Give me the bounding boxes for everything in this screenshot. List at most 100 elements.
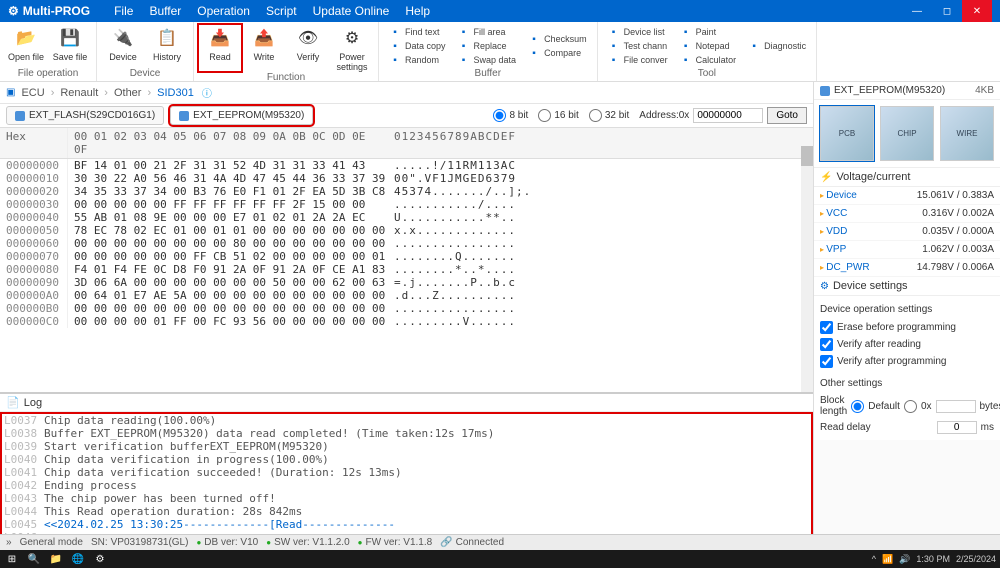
history-icon: 📋: [155, 26, 179, 50]
device-button[interactable]: 🔌Device: [101, 24, 145, 68]
verify-icon: 👁: [296, 26, 320, 50]
tool-checksum[interactable]: ▪Checksum: [528, 33, 587, 45]
hex-row[interactable]: 0000003000 00 00 00 00 FF FF FF FF FF FF…: [0, 198, 813, 211]
chip-icon: [15, 111, 25, 121]
tool-diagnostic[interactable]: ▪Diagnostic: [748, 40, 806, 52]
status-connected: 🔗 Connected: [440, 537, 504, 548]
block-default-radio[interactable]: Default: [851, 398, 900, 415]
hex-row[interactable]: 000000B000 00 00 00 00 00 00 00 00 00 00…: [0, 302, 813, 315]
bullet-icon: ▪: [528, 33, 540, 45]
verify-button[interactable]: 👁Verify: [286, 24, 330, 72]
tool-compare[interactable]: ▪Compare: [528, 47, 587, 59]
tray-time[interactable]: 1:30 PM: [916, 554, 950, 564]
history-button[interactable]: 📋History: [145, 24, 189, 68]
task-chrome[interactable]: 🌐: [70, 551, 86, 567]
tray-date[interactable]: 2/25/2024: [956, 554, 996, 564]
tray-wifi-icon[interactable]: 📶: [882, 554, 893, 565]
log-line: L0045<<2024.02.25 13:30:25-------------[…: [0, 518, 813, 531]
breadcrumb-renault[interactable]: Renault: [56, 87, 102, 99]
breadcrumb-sid301[interactable]: SID301: [153, 87, 198, 99]
search-icon[interactable]: 🔍: [26, 551, 42, 567]
log-panel: 📄 Log L0037Chip data reading(100.00%)L00…: [0, 392, 813, 542]
menu-update-online[interactable]: Update Online: [313, 4, 390, 18]
thumb-2[interactable]: CHIP: [880, 106, 934, 161]
bullet-icon: ▪: [680, 54, 692, 66]
log-body[interactable]: L0037Chip data reading(100.00%)L0038Buff…: [0, 412, 813, 542]
tool-calculator[interactable]: ▪Calculator: [680, 54, 737, 66]
vc-row-vdd[interactable]: VDD0.035V / 0.000A: [814, 223, 1000, 241]
menu-help[interactable]: Help: [405, 4, 430, 18]
block-length-input[interactable]: [936, 400, 976, 413]
task-explorer[interactable]: 📁: [48, 551, 64, 567]
hex-row[interactable]: 00000080F4 01 F4 FE 0C D8 F0 91 2A 0F 91…: [0, 263, 813, 276]
vc-row-device[interactable]: Device15.061V / 0.383A: [814, 187, 1000, 205]
status-sn: SN: VP03198731(GL): [91, 537, 189, 548]
title-bar: ⚙ Multi-PROG FileBufferOperationScriptUp…: [0, 0, 1000, 22]
info-icon[interactable]: ⓘ: [202, 85, 212, 100]
close-button[interactable]: ✕: [962, 0, 992, 22]
hex-row[interactable]: 0000004055 AB 01 08 9E 00 00 00 E7 01 02…: [0, 211, 813, 224]
open-file-button[interactable]: 📂Open file: [4, 24, 48, 68]
log-line: L0037Chip data reading(100.00%): [0, 414, 813, 427]
log-line: L0043The chip power has been turned off!: [0, 492, 813, 505]
logo-icon: ⚙: [8, 4, 19, 18]
tool-random[interactable]: ▪Random: [389, 54, 446, 66]
task-app[interactable]: ⚙: [92, 551, 108, 567]
tool-paint[interactable]: ▪Paint: [680, 26, 737, 38]
tray-volume-icon[interactable]: 🔊: [899, 554, 910, 565]
tray-up-icon[interactable]: ^: [872, 554, 876, 564]
hex-row[interactable]: 000000A000 64 01 E7 AE 5A 00 00 00 00 00…: [0, 289, 813, 302]
hex-row[interactable]: 000000C000 00 00 00 01 FF 00 FC 93 56 00…: [0, 315, 813, 328]
tool-fill-area[interactable]: ▪Fill area: [458, 26, 517, 38]
menu-file[interactable]: File: [114, 4, 133, 18]
hex-row[interactable]: 0000006000 00 00 00 00 00 00 00 80 00 00…: [0, 237, 813, 250]
block-0x-radio[interactable]: 0x: [904, 398, 932, 415]
checkbox-erase-before-programming[interactable]: Erase before programming: [820, 319, 994, 336]
vc-row-vcc[interactable]: VCC0.316V / 0.002A: [814, 205, 1000, 223]
checkbox-verify-after-reading[interactable]: Verify after reading: [820, 336, 994, 353]
bullet-icon: ▪: [748, 40, 760, 52]
menu-operation[interactable]: Operation: [197, 4, 250, 18]
hex-row[interactable]: 0000001030 30 22 A0 56 46 31 4A 4D 47 45…: [0, 172, 813, 185]
read-delay-input[interactable]: [937, 421, 977, 434]
menu-buffer[interactable]: Buffer: [149, 4, 181, 18]
tool-device-list[interactable]: ▪Device list: [608, 26, 668, 38]
start-button[interactable]: ⊞: [4, 551, 20, 567]
address-input[interactable]: [693, 108, 763, 123]
hex-row[interactable]: 0000007000 00 00 00 00 00 FF CB 51 02 00…: [0, 250, 813, 263]
radio-16bit[interactable]: 16 bit: [538, 109, 578, 122]
hex-row[interactable]: 00000000BF 14 01 00 21 2F 31 31 52 4D 31…: [0, 159, 813, 172]
tool-swap-data[interactable]: ▪Swap data: [458, 54, 517, 66]
menu-script[interactable]: Script: [266, 4, 297, 18]
breadcrumb-ecu[interactable]: ECU: [17, 87, 48, 99]
thumb-1[interactable]: PCB: [820, 106, 874, 161]
save-file-button[interactable]: 💾Save file: [48, 24, 92, 68]
tool-find-text[interactable]: ▪Find text: [389, 26, 446, 38]
hex-row[interactable]: 0000005078 EC 78 02 EC 01 00 01 01 00 00…: [0, 224, 813, 237]
tool-test-chann[interactable]: ▪Test chann: [608, 40, 668, 52]
minimize-button[interactable]: —: [902, 0, 932, 22]
maximize-button[interactable]: ◻: [932, 0, 962, 22]
write-button[interactable]: 📤Write: [242, 24, 286, 72]
thumb-3[interactable]: WIRE: [940, 106, 994, 161]
radio-8bit[interactable]: 8 bit: [493, 109, 528, 122]
hex-row[interactable]: 000000903D 06 6A 00 00 00 00 00 00 00 50…: [0, 276, 813, 289]
power-settings-button[interactable]: ⚙Power settings: [330, 24, 374, 72]
vc-row-vpp[interactable]: VPP1.062V / 0.003A: [814, 241, 1000, 259]
hex-row[interactable]: 0000002034 35 33 37 34 00 B3 76 E0 F1 01…: [0, 185, 813, 198]
goto-button[interactable]: Goto: [767, 107, 807, 124]
hex-editor[interactable]: Hex 00 01 02 03 04 05 06 07 08 09 0A 0B …: [0, 128, 813, 392]
tool-data-copy[interactable]: ▪Data copy: [389, 40, 446, 52]
checkbox-verify-after-programming[interactable]: Verify after programming: [820, 353, 994, 370]
tab-ext-eeprom[interactable]: EXT_EEPROM(M95320): [170, 106, 313, 125]
expand-icon[interactable]: »: [6, 537, 12, 548]
breadcrumb-other[interactable]: Other: [110, 87, 146, 99]
tool-replace[interactable]: ▪Replace: [458, 40, 517, 52]
tab-ext-flash[interactable]: EXT_FLASH(S29CD016G1): [6, 106, 164, 125]
read-button[interactable]: 📥Read: [198, 24, 242, 72]
radio-32bit[interactable]: 32 bit: [589, 109, 629, 122]
hex-scrollbar[interactable]: [801, 146, 813, 392]
tool-file-conver[interactable]: ▪File conver: [608, 54, 668, 66]
tool-notepad[interactable]: ▪Notepad: [680, 40, 737, 52]
vc-row-dc_pwr[interactable]: DC_PWR14.798V / 0.006A: [814, 259, 1000, 277]
